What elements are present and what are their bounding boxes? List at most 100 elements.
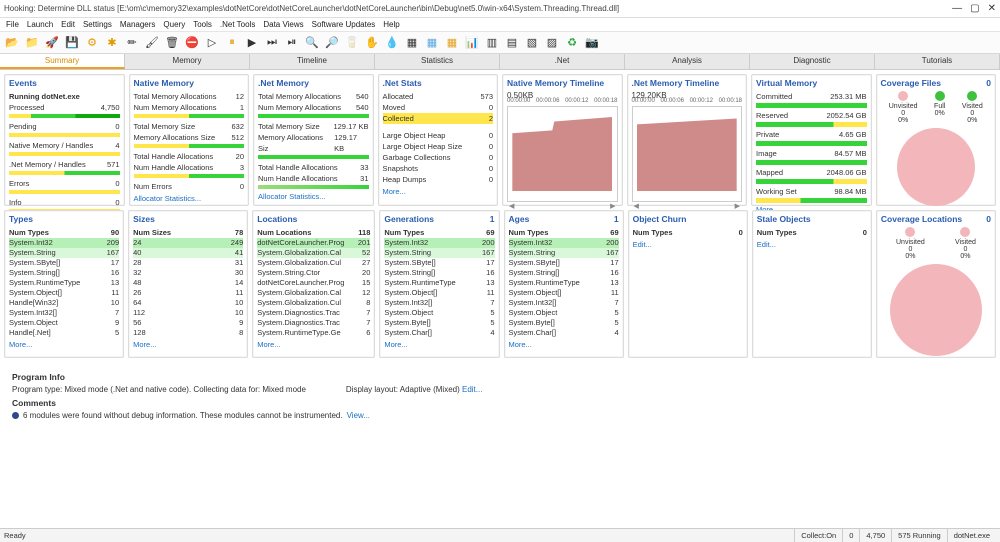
list-item[interactable]: System.Int32[]7 [509, 298, 619, 308]
end-icon[interactable]: ⏯ [284, 35, 300, 51]
bars-icon[interactable]: ▥ [484, 35, 500, 51]
list-item[interactable]: System.Int32200 [384, 238, 494, 248]
brush-icon[interactable]: 🖌 [144, 35, 160, 51]
tab-tutorials[interactable]: Tutorials [875, 54, 1000, 69]
list-item[interactable]: System.Object9 [9, 318, 119, 328]
list-item[interactable]: System.Object5 [384, 308, 494, 318]
list-item[interactable]: System.String[]16 [9, 268, 119, 278]
refresh-icon[interactable]: ♻ [564, 35, 580, 51]
list-item[interactable]: System.RuntimeType.Ge6 [257, 328, 370, 338]
list-item[interactable]: dotNetCoreLauncher.Prog201 [257, 238, 370, 248]
list-item[interactable]: System.String[]16 [384, 268, 494, 278]
list-item[interactable]: System.Globalization.Cul27 [257, 258, 370, 268]
wand-icon[interactable]: ✏ [124, 35, 140, 51]
list-item[interactable]: System.RuntimeType13 [9, 278, 119, 288]
minimize-button[interactable]: — [952, 3, 962, 14]
list-item[interactable]: System.Object[]11 [509, 288, 619, 298]
list-item[interactable]: System.Int32[]7 [9, 308, 119, 318]
tab-diagnostic[interactable]: Diagnostic [750, 54, 875, 69]
menu-data-views[interactable]: Data Views [263, 20, 303, 29]
oc-edit[interactable]: Edit... [633, 240, 743, 249]
locations-more[interactable]: More... [257, 340, 370, 349]
rocket-icon[interactable]: 🚀 [44, 35, 60, 51]
list-item[interactable]: System.Byte[]5 [509, 318, 619, 328]
filter-icon[interactable]: 🥛 [344, 35, 360, 51]
list-item[interactable]: Handle[Win32]10 [9, 298, 119, 308]
ns-more[interactable]: More... [383, 187, 494, 196]
menu-launch[interactable]: Launch [27, 20, 53, 29]
netm-alloc-link[interactable]: Allocator Statistics... [258, 192, 369, 201]
open-icon[interactable]: 📂 [4, 35, 20, 51]
tab-timeline[interactable]: Timeline [250, 54, 375, 69]
nm-alloc-link[interactable]: Allocator Statistics... [134, 194, 245, 203]
stop-icon[interactable]: ⛔ [184, 35, 200, 51]
list-item[interactable]: 11210 [133, 308, 243, 318]
list-item[interactable]: System.Int32[]7 [384, 298, 494, 308]
tab-memory[interactable]: Memory [125, 54, 250, 69]
list-item[interactable]: System.RuntimeType13 [509, 278, 619, 288]
hand-icon[interactable]: ✋ [364, 35, 380, 51]
comment-view[interactable]: View... [347, 411, 370, 420]
delete-icon[interactable]: 🗑 [164, 35, 180, 51]
menu-net-tools[interactable]: .Net Tools [220, 20, 255, 29]
tree-icon[interactable]: ▨ [544, 35, 560, 51]
list-item[interactable]: System.Int32200 [509, 238, 619, 248]
list-item[interactable]: 24249 [133, 238, 243, 248]
list-item[interactable]: System.String.Ctor20 [257, 268, 370, 278]
list-item[interactable]: 4041 [133, 248, 243, 258]
fastforward-icon[interactable]: ⏭ [264, 35, 280, 51]
menu-file[interactable]: File [6, 20, 19, 29]
list-item[interactable]: System.String167 [384, 248, 494, 258]
tab-dotnet[interactable]: .Net [500, 54, 625, 69]
list-item[interactable]: System.Object[]11 [9, 288, 119, 298]
list-item[interactable]: System.String167 [9, 248, 119, 258]
list-icon[interactable]: ▤ [504, 35, 520, 51]
gears-icon[interactable]: ✱ [104, 35, 120, 51]
menu-settings[interactable]: Settings [83, 20, 112, 29]
list-item[interactable]: System.SByte[]17 [384, 258, 494, 268]
step-icon[interactable]: ▶ [244, 35, 260, 51]
tab-statistics[interactable]: Statistics [375, 54, 500, 69]
ages-more[interactable]: More... [509, 340, 619, 349]
list-item[interactable]: 1288 [133, 328, 243, 338]
list-item[interactable]: 3230 [133, 268, 243, 278]
play-icon[interactable]: ▷ [204, 35, 220, 51]
zoom-in-icon[interactable]: 🔍 [304, 35, 320, 51]
list-item[interactable]: Handle[.Net]5 [9, 328, 119, 338]
list-item[interactable]: System.Byte[]5 [384, 318, 494, 328]
list-item[interactable]: System.SByte[]17 [509, 258, 619, 268]
menu-edit[interactable]: Edit [61, 20, 75, 29]
menu-tools[interactable]: Tools [193, 20, 212, 29]
list-item[interactable]: System.Diagnostics.Trac7 [257, 318, 370, 328]
save-icon[interactable]: 💾 [64, 35, 80, 51]
list-item[interactable]: System.Int32209 [9, 238, 119, 248]
menu-software-updates[interactable]: Software Updates [312, 20, 376, 29]
ntl-chart[interactable] [507, 106, 618, 202]
display-layout-edit[interactable]: Edit... [462, 385, 482, 394]
list-item[interactable]: System.Globalization.Cul8 [257, 298, 370, 308]
nettl-scroll[interactable]: ◀▶ [632, 202, 743, 210]
maximize-button[interactable]: ▢ [970, 3, 979, 14]
drop-icon[interactable]: 💧 [384, 35, 400, 51]
menu-managers[interactable]: Managers [120, 20, 156, 29]
close-button[interactable]: ✕ [988, 3, 996, 14]
list-item[interactable]: 6410 [133, 298, 243, 308]
list-item[interactable]: System.SByte[]17 [9, 258, 119, 268]
list-item[interactable]: 4814 [133, 278, 243, 288]
list-item[interactable]: System.Object5 [509, 308, 619, 318]
list-item[interactable]: 2611 [133, 288, 243, 298]
nettl-chart[interactable] [632, 106, 743, 202]
list-item[interactable]: 569 [133, 318, 243, 328]
zoom-out-icon[interactable]: 🔎 [324, 35, 340, 51]
grid3-icon[interactable]: ▦ [444, 35, 460, 51]
pause-icon[interactable]: ⏸ [224, 35, 240, 51]
list-item[interactable]: System.Diagnostics.Trac7 [257, 308, 370, 318]
so-edit[interactable]: Edit... [757, 240, 867, 249]
table-icon[interactable]: ▧ [524, 35, 540, 51]
list-item[interactable]: System.String[]16 [509, 268, 619, 278]
list-item[interactable]: System.Globalization.Cal52 [257, 248, 370, 258]
menu-query[interactable]: Query [163, 20, 185, 29]
grid2-icon[interactable]: ▦ [424, 35, 440, 51]
gear-icon[interactable]: ⚙ [84, 35, 100, 51]
camera-icon[interactable]: 📷 [584, 35, 600, 51]
